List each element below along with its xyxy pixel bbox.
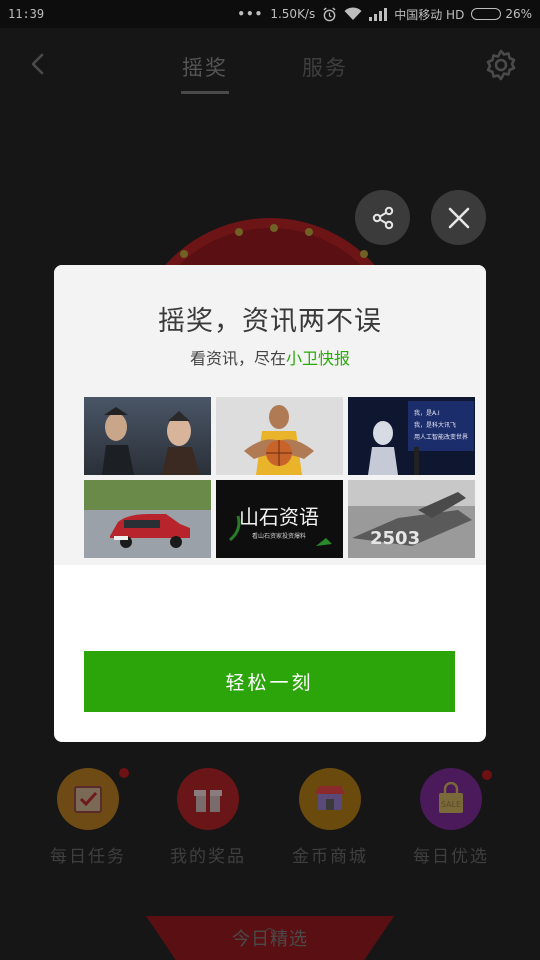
dialog-subtitle: 看资讯，尽在小卫快报 [54, 345, 486, 369]
wheel-bulb [360, 250, 368, 258]
my-prizes-circle [177, 768, 239, 830]
battery-percent: 26% [505, 7, 532, 21]
daily-picks-circle: SALE [420, 768, 482, 830]
gear-icon[interactable] [484, 48, 518, 82]
back-arrow-icon[interactable] [26, 52, 50, 76]
notification-dot [119, 768, 129, 778]
store-icon [315, 786, 345, 810]
battery-icon [471, 8, 502, 20]
wheel-bulb [180, 250, 188, 258]
alarm-icon [323, 7, 336, 21]
news-thumbnail-robot[interactable]: 我，是A.I 我，是科大讯飞 用人工智能改变世界 [348, 397, 475, 475]
news-thumbnail-ink[interactable]: 山石资语 看山石资家投资爆料 [216, 480, 343, 558]
subtitle-brand: 小卫快报 [286, 349, 351, 368]
carrier-label: 中国移动 HD [394, 7, 465, 22]
shortcut-label: 每日任务 [50, 847, 126, 867]
dialog-title: 摇奖，资讯两不误 [158, 306, 382, 337]
close-button[interactable] [431, 190, 486, 245]
subtitle-prefix: 看资讯，尽在 [189, 349, 286, 368]
shortcut-daily-picks[interactable]: SALE 每日优选 [401, 768, 501, 867]
shortcut-label: 我的奖品 [170, 847, 246, 867]
sale-bag-icon: SALE [439, 782, 463, 813]
shortcut-label: 每日优选 [413, 847, 489, 867]
wheel-bulb [270, 224, 278, 232]
shortcut-coin-mall[interactable]: 金币商城 [280, 768, 380, 867]
status-bar: 11:39 ••• 1.50K/s 中国移动 HD 26% [0, 0, 540, 28]
news-thumbnail-plane[interactable]: 2503 [348, 480, 475, 558]
robot-slide-line-1: 我，是A.I [414, 409, 440, 417]
plane-number: 2503 [370, 528, 420, 549]
todays-picks-tab[interactable]: ︿ 今日精选 [146, 916, 394, 960]
svg-text:SALE: SALE [441, 800, 461, 809]
shortcut-daily-task[interactable]: 每日任务 [38, 768, 138, 867]
status-time: 11:39 [8, 7, 45, 21]
news-thumbnail-drama[interactable] [84, 397, 211, 475]
close-icon [448, 207, 469, 228]
ink-title: 山石资语 [239, 505, 319, 529]
tab-shake-lottery[interactable]: 摇奖 [181, 52, 229, 94]
robot-slide-line-3: 用人工智能改变世界 [414, 433, 468, 441]
notification-dot [482, 770, 492, 780]
wheel-bulb [235, 228, 243, 236]
wifi-icon [344, 7, 362, 20]
tab-service[interactable]: 服务 [302, 52, 348, 82]
coin-mall-circle [299, 768, 361, 830]
gift-icon [194, 790, 222, 812]
share-button[interactable] [355, 190, 410, 245]
news-thumbnail-basketball[interactable] [216, 397, 343, 475]
battery: 26% [471, 7, 532, 21]
daily-task-circle [57, 768, 119, 830]
relax-moment-button[interactable]: 轻松一刻 [84, 651, 455, 712]
news-thumbnail-car[interactable] [84, 480, 211, 558]
status-indicators: ••• 1.50K/s 中国移动 HD 26% [237, 6, 532, 23]
news-thumbnail-grid: 我，是A.I 我，是科大讯飞 用人工智能改变世界 山石资语 看山石资家投资爆料 … [84, 397, 476, 558]
ink-subtitle: 看山石资家投资爆料 [252, 532, 306, 540]
shortcut-label: 金币商城 [292, 847, 368, 867]
wheel-bulb [305, 228, 313, 236]
more-dots-icon: ••• [237, 7, 264, 21]
share-icon [372, 206, 393, 229]
robot-slide-line-2: 我，是科大讯飞 [414, 421, 456, 429]
header: 摇奖 服务 [0, 28, 540, 100]
checklist-icon [74, 786, 102, 813]
signal-icon [369, 7, 388, 21]
chevron-up-icon: ︿ [263, 920, 277, 934]
shortcut-my-prizes[interactable]: 我的奖品 [158, 768, 258, 867]
promo-dialog: 摇奖，资讯两不误 看资讯，尽在小卫快报 我，是A.I 我，是科大讯飞 用人工智能… [54, 265, 486, 742]
network-speed: 1.50K/s [270, 7, 316, 21]
